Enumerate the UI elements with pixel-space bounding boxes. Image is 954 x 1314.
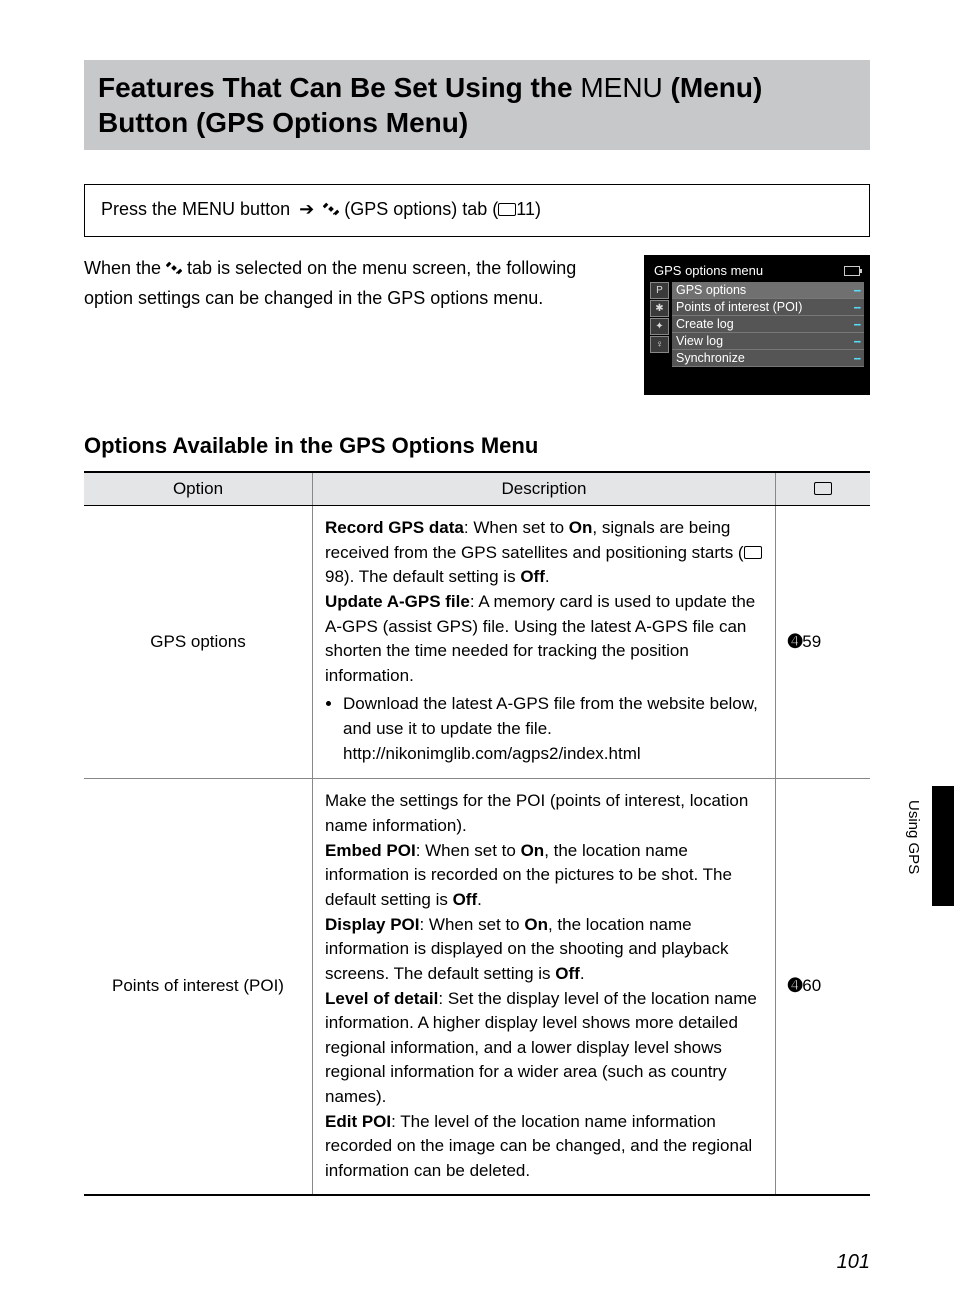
lcd-row-value: -- [854,351,860,365]
intro-row: When the tab is selected on the menu scr… [84,255,870,395]
page-number: 101 [837,1251,870,1274]
manual-page: Features That Can Be Set Using the MENU … [0,0,954,1314]
lcd-row-label: Create log [676,317,734,331]
term: Edit POI [325,1112,391,1131]
value-on: On [569,518,593,537]
menu-glyph: MENU [182,199,235,219]
txt: : When set to [416,841,521,860]
value-off: Off [555,964,580,983]
txt: . [477,890,482,909]
chapter-label: Using GPS [905,800,922,874]
intro-pre: When the [84,258,166,278]
lcd-menu-row: Create log -- [672,316,864,333]
txt: Make the settings for the POI (points of… [325,791,748,835]
col-description: Description [313,472,776,506]
reference-icon: ➍ [788,632,800,651]
lcd-tab-icon: ✱ [650,300,669,317]
lcd-row-value: -- [854,283,860,297]
term: Embed POI [325,841,416,860]
subsection-heading: Options Available in the GPS Options Men… [84,433,870,459]
option-reference: ➍60 [776,779,871,1195]
lcd-row-value: -- [854,317,860,331]
lcd-menu-row: GPS options -- [672,282,864,299]
options-table: Option Description GPS options Record GP… [84,471,870,1196]
arrow-right-icon: ➔ [299,199,314,219]
book-icon [814,482,832,495]
lcd-tab-icon: ♀ [650,336,669,353]
option-name: GPS options [84,506,313,779]
option-description: Record GPS data: When set to On, signals… [313,506,776,779]
txt: Download the latest A-GPS file from the … [343,694,758,738]
url-text: http://nikonimglib.com/agps2/index.html [343,744,641,763]
lcd-row-label: View log [676,334,723,348]
col-option: Option [84,472,313,506]
ref-number: 60 [802,976,821,995]
lcd-menu-row: Synchronize -- [672,350,864,367]
lcd-tab-icons: P ✱ ✦ ♀ [650,282,669,367]
txt: . [580,964,585,983]
chapter-tab [932,786,954,906]
camera-lcd-screenshot: GPS options menu P ✱ ✦ ♀ GPS options -- P… [644,255,870,395]
lcd-menu-row: Points of interest (POI) -- [672,299,864,316]
list-item: Download the latest A-GPS file from the … [343,692,763,766]
gps-satellite-icon [323,201,339,222]
lcd-row-value: -- [854,300,860,314]
table-row: Points of interest (POI) Make the settin… [84,779,870,1195]
lcd-row-label: Synchronize [676,351,745,365]
value-on: On [524,915,548,934]
book-icon [744,546,762,559]
term: Level of detail [325,989,438,1008]
ref-number: 59 [802,632,821,651]
reference-icon: ➍ [788,976,800,995]
lcd-row-label: Points of interest (POI) [676,300,802,314]
txt: : When set to [419,915,524,934]
lcd-title-bar: GPS options menu [650,261,864,282]
bullet-list: Download the latest A-GPS file from the … [325,692,763,766]
title-text-pre: Features That Can Be Set Using the [98,72,580,103]
option-description: Make the settings for the POI (points of… [313,779,776,1195]
menu-glyph: MENU [580,72,662,103]
lcd-tab-icon: P [650,282,669,299]
lcd-menu-rows: GPS options -- Points of interest (POI) --… [672,282,864,367]
txt: . [545,567,550,586]
term: Record GPS data [325,518,464,537]
txt: 98). The default setting is [325,567,520,586]
book-icon [498,203,516,216]
lcd-tab-icon: ✦ [650,318,669,335]
txt: : When set to [464,518,569,537]
option-name: Points of interest (POI) [84,779,313,1195]
lcd-title: GPS options menu [654,263,763,278]
nav-text: Press the [101,199,182,219]
battery-icon [844,266,860,276]
navigation-hint-box: Press the MENU button ➔ (GPS options) ta… [84,184,870,237]
term: Update A-GPS file [325,592,470,611]
nav-text: button [235,199,295,219]
lcd-row-label: GPS options [676,283,746,297]
option-reference: ➍59 [776,506,871,779]
table-row: GPS options Record GPS data: When set to… [84,506,870,779]
intro-text: When the tab is selected on the menu scr… [84,255,616,313]
lcd-menu-row: View log -- [672,333,864,350]
value-on: On [521,841,545,860]
nav-ref: 11) [516,199,541,219]
value-off: Off [520,567,545,586]
value-off: Off [453,890,478,909]
lcd-row-value: -- [854,334,860,348]
nav-text: (GPS options) tab ( [344,199,498,219]
term: Display POI [325,915,419,934]
page-title: Features That Can Be Set Using the MENU … [84,60,870,150]
col-reference [776,472,871,506]
gps-satellite-icon [166,257,182,285]
